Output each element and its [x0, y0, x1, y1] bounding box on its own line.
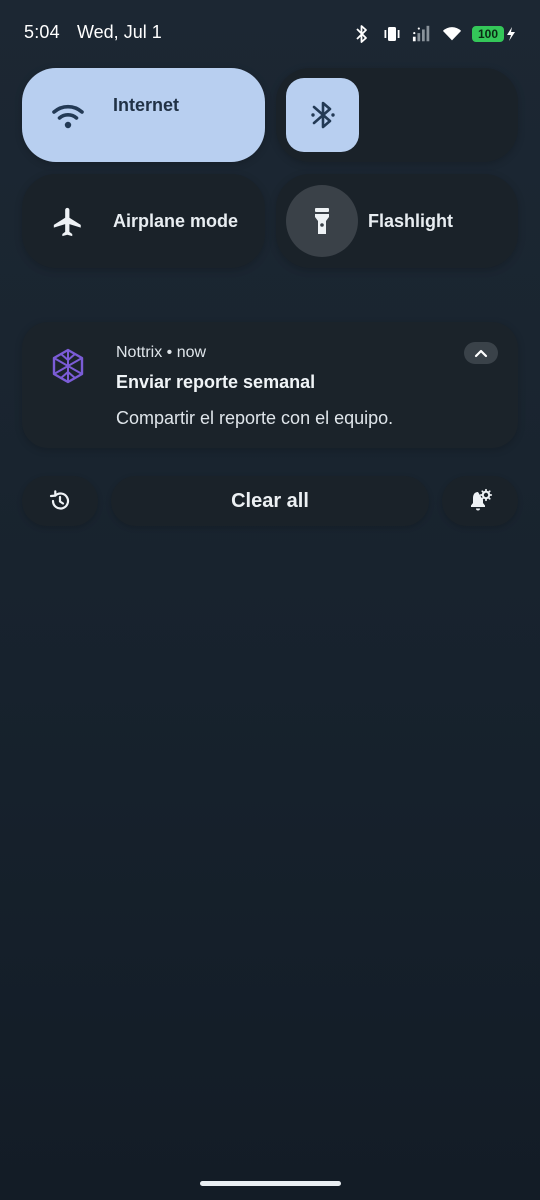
- notification-card[interactable]: Nottrix • now Enviar reporte semanal Com…: [22, 322, 518, 448]
- home-gesture-bar[interactable]: [200, 1181, 341, 1186]
- status-bar: 5:04 Wed, Jul 1 100: [0, 0, 540, 68]
- status-date[interactable]: Wed, Jul 1: [77, 22, 162, 43]
- signal-icon: [412, 24, 432, 44]
- status-time: 5:04: [24, 22, 60, 42]
- airplane-icon: [50, 204, 86, 240]
- vibrate-icon: [382, 24, 402, 44]
- notification-history-button[interactable]: [22, 476, 98, 526]
- flashlight-tile[interactable]: Flashlight: [276, 174, 518, 268]
- notification-text: Compartir el reporte con el equipo.: [116, 408, 394, 428]
- notification-settings-button[interactable]: [442, 476, 518, 526]
- chevron-up-icon: [474, 348, 488, 358]
- flashlight-label: Flashlight: [368, 211, 453, 231]
- internet-label: Internet: [113, 95, 180, 115]
- notification-title: Enviar reporte semanal: [116, 372, 316, 392]
- internet-tile[interactable]: Internet: [22, 68, 265, 162]
- bluetooth-icon: [309, 98, 337, 132]
- status-icons: 100: [352, 22, 516, 46]
- history-icon: [48, 489, 72, 513]
- clear-all-label: Clear all: [231, 489, 309, 512]
- battery-icon: 100: [472, 26, 516, 42]
- flashlight-icon: [310, 206, 334, 236]
- wifi-icon: [50, 100, 86, 132]
- wifi-icon: [442, 24, 462, 44]
- flashlight-icon-button: [286, 185, 358, 257]
- notification-expand-button[interactable]: [464, 342, 498, 364]
- airplane-mode-tile[interactable]: Airplane mode: [22, 174, 265, 268]
- clear-all-button[interactable]: Clear all: [111, 476, 429, 526]
- battery-level: 100: [472, 26, 504, 42]
- nottrix-app-icon: [50, 348, 86, 384]
- notification-settings-icon: [467, 488, 493, 514]
- airplane-mode-label: Airplane mode: [113, 211, 239, 231]
- notification-app-name: Nottrix • now: [116, 344, 207, 361]
- bluetooth-tile[interactable]: [286, 78, 359, 152]
- bluetooth-tile-container: [276, 68, 518, 162]
- bluetooth-icon: [352, 24, 372, 44]
